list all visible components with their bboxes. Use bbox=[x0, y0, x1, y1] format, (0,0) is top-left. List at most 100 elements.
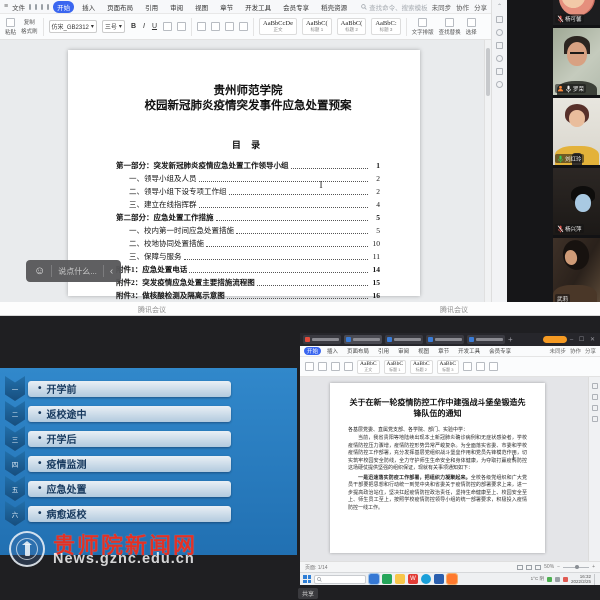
document-page-2[interactable]: 关于在新一轮疫情防控工作中建强战斗堡垒锻造先锋队伍的通知 各基层党委、直属党支部… bbox=[330, 383, 545, 553]
video-thumbnail[interactable]: 杨可馨 bbox=[553, 0, 600, 25]
font-color-icon[interactable] bbox=[177, 22, 186, 31]
menu-tab-review[interactable]: 审阅 bbox=[166, 1, 187, 13]
document-tab[interactable] bbox=[385, 335, 423, 344]
tray-icon[interactable] bbox=[555, 577, 560, 582]
menu-tab-home[interactable]: 开始 bbox=[304, 347, 321, 355]
collapse-chevron-icon[interactable]: ‹ bbox=[110, 266, 113, 277]
document-tab[interactable] bbox=[344, 335, 382, 344]
align-icon[interactable] bbox=[344, 362, 353, 371]
taskbar-app-monitor[interactable] bbox=[434, 574, 444, 584]
menu-tab-view[interactable]: 视图 bbox=[191, 1, 212, 13]
bold-button[interactable]: B bbox=[130, 23, 137, 30]
menu-tab-review[interactable]: 审阅 bbox=[395, 347, 412, 355]
comment-panel-icon[interactable] bbox=[592, 394, 598, 400]
undo-icon[interactable] bbox=[41, 4, 43, 10]
paste-icon[interactable] bbox=[305, 362, 314, 371]
collapse-caret-icon[interactable]: ⌃ bbox=[497, 3, 502, 10]
edit-panel-icon[interactable] bbox=[592, 383, 598, 389]
bullet-list-icon[interactable] bbox=[197, 22, 206, 31]
zoom-in-button[interactable]: + bbox=[592, 564, 595, 570]
menu-tab-insert[interactable]: 插入 bbox=[324, 347, 341, 355]
outline-view-icon[interactable] bbox=[535, 565, 541, 570]
video-thumbnail-active-speaker[interactable]: 刘红玲 bbox=[553, 98, 600, 165]
font-name-select[interactable]: 仿宋_GB2312 ▾ bbox=[49, 20, 97, 33]
history-panel-icon[interactable] bbox=[496, 55, 503, 62]
sync-status[interactable]: 未同步 bbox=[432, 2, 452, 12]
taskbar-app-sharing-active[interactable] bbox=[447, 574, 457, 584]
meeting-chat-pill[interactable]: ☺ 说点什么... ‹ bbox=[26, 260, 121, 282]
document-canvas-2[interactable]: 关于在新一轮疫情防控工作中建强战斗堡垒锻造先锋队伍的通知 各基层党委、直属党支部… bbox=[300, 377, 600, 561]
find-replace-icon[interactable] bbox=[476, 362, 485, 371]
style-chip-h3[interactable]: AaBbC: 标题 3 bbox=[371, 18, 400, 35]
typesetting-icon[interactable] bbox=[463, 362, 472, 371]
print-icon[interactable] bbox=[35, 4, 37, 10]
tray-icon-green[interactable] bbox=[547, 577, 552, 582]
document-tab[interactable] bbox=[467, 335, 505, 344]
italic-button[interactable]: I bbox=[142, 23, 146, 30]
windows-start-button[interactable] bbox=[303, 575, 311, 583]
menu-tab-view[interactable]: 视图 bbox=[415, 347, 432, 355]
window-controls[interactable]: – ☐ ✕ bbox=[570, 336, 597, 343]
hamburger-icon[interactable]: ≡ bbox=[4, 3, 8, 10]
bullet-list-icon[interactable] bbox=[331, 362, 340, 371]
menu-tab-page-layout[interactable]: 页面布局 bbox=[103, 1, 137, 13]
style-chip[interactable]: AaBbC标题 1 bbox=[384, 360, 407, 374]
taskbar-app-active-window[interactable] bbox=[369, 574, 379, 584]
style-chip-body[interactable]: AaBbCcDe 正文 bbox=[259, 18, 297, 35]
style-chip[interactable]: AaBbC标题 2 bbox=[410, 360, 433, 374]
help-panel-icon[interactable] bbox=[496, 68, 503, 75]
emoji-icon[interactable]: ☺ bbox=[34, 265, 45, 277]
paste-button[interactable]: 粘贴 bbox=[5, 18, 16, 36]
style-chip[interactable]: AaBbC标题 3 bbox=[437, 360, 460, 374]
web-view-icon[interactable] bbox=[526, 565, 532, 570]
style-chip-h1[interactable]: AaBbC( 标题 1 bbox=[302, 18, 332, 35]
menu-tab-page-layout[interactable]: 页面布局 bbox=[344, 347, 372, 355]
video-thumbnail[interactable]: 杨兴萍 bbox=[553, 168, 600, 235]
share-button[interactable]: 分享 bbox=[585, 347, 596, 355]
find-replace-tool[interactable]: 查找替换 bbox=[439, 18, 461, 36]
video-thumbnail[interactable]: 武莉 bbox=[553, 238, 600, 305]
upgrade-member-button[interactable] bbox=[543, 336, 567, 343]
menu-tab-section[interactable]: 章节 bbox=[216, 1, 237, 13]
scrollbar-thumb[interactable] bbox=[486, 48, 490, 96]
menu-tab-section[interactable]: 章节 bbox=[435, 347, 452, 355]
taskbar-app-browser[interactable] bbox=[421, 574, 431, 584]
new-tab-button[interactable]: + bbox=[508, 335, 513, 344]
edit-panel-icon[interactable] bbox=[496, 16, 503, 23]
menu-tab-dev-tools[interactable]: 开发工具 bbox=[241, 1, 275, 13]
comment-panel-icon[interactable] bbox=[496, 29, 503, 36]
document-tab[interactable] bbox=[426, 335, 464, 344]
menu-tab-dev-tools[interactable]: 开发工具 bbox=[455, 347, 483, 355]
zoom-out-button[interactable]: − bbox=[557, 564, 560, 570]
indent-icon[interactable] bbox=[225, 22, 234, 31]
select-tool[interactable]: 选择 bbox=[466, 18, 477, 36]
highlight-icon[interactable] bbox=[163, 22, 172, 31]
menu-tab-member[interactable]: 会员专享 bbox=[279, 1, 313, 13]
align-icon[interactable] bbox=[239, 22, 248, 31]
video-thumbnail[interactable]: 罗荣 bbox=[553, 28, 600, 95]
vertical-scrollbar[interactable] bbox=[484, 40, 491, 302]
weather-status[interactable]: 1°C 阴 bbox=[531, 576, 544, 582]
collab-button[interactable]: 协作 bbox=[456, 2, 469, 12]
menu-tab-insert[interactable]: 插入 bbox=[78, 1, 99, 13]
document-page[interactable]: 贵州师范学院 校园新冠肺炎疫情突发事件应急处置预案 目 录 第一部分：突发新冠肺… bbox=[68, 50, 420, 296]
file-menu[interactable]: 文件 bbox=[12, 2, 25, 12]
menu-tab-references[interactable]: 引用 bbox=[375, 347, 392, 355]
format-painter-button[interactable]: 格式刷 bbox=[21, 27, 38, 35]
show-desktop-button[interactable] bbox=[594, 574, 597, 585]
taskbar-search-box[interactable] bbox=[314, 575, 366, 584]
typesetting-tool[interactable]: 文字排版 bbox=[412, 18, 434, 36]
document-tab[interactable] bbox=[303, 335, 341, 344]
tray-icon-red[interactable] bbox=[563, 577, 568, 582]
zoom-slider-knob[interactable] bbox=[575, 565, 579, 569]
underline-button[interactable]: U bbox=[151, 23, 158, 30]
page-view-icon[interactable] bbox=[517, 565, 523, 570]
tools-panel-icon[interactable] bbox=[592, 405, 598, 411]
settings-gear-icon[interactable] bbox=[496, 81, 503, 88]
font-icon[interactable] bbox=[318, 362, 327, 371]
menu-tab-docer[interactable]: 稻壳资源 bbox=[317, 1, 351, 13]
taskbar-app-folder[interactable] bbox=[395, 574, 405, 584]
style-chip[interactable]: AaBbC正文 bbox=[357, 360, 380, 374]
taskbar-app-wechat[interactable] bbox=[382, 574, 392, 584]
taskbar-clock[interactable]: 16:32 2022/2/25 bbox=[571, 574, 591, 584]
